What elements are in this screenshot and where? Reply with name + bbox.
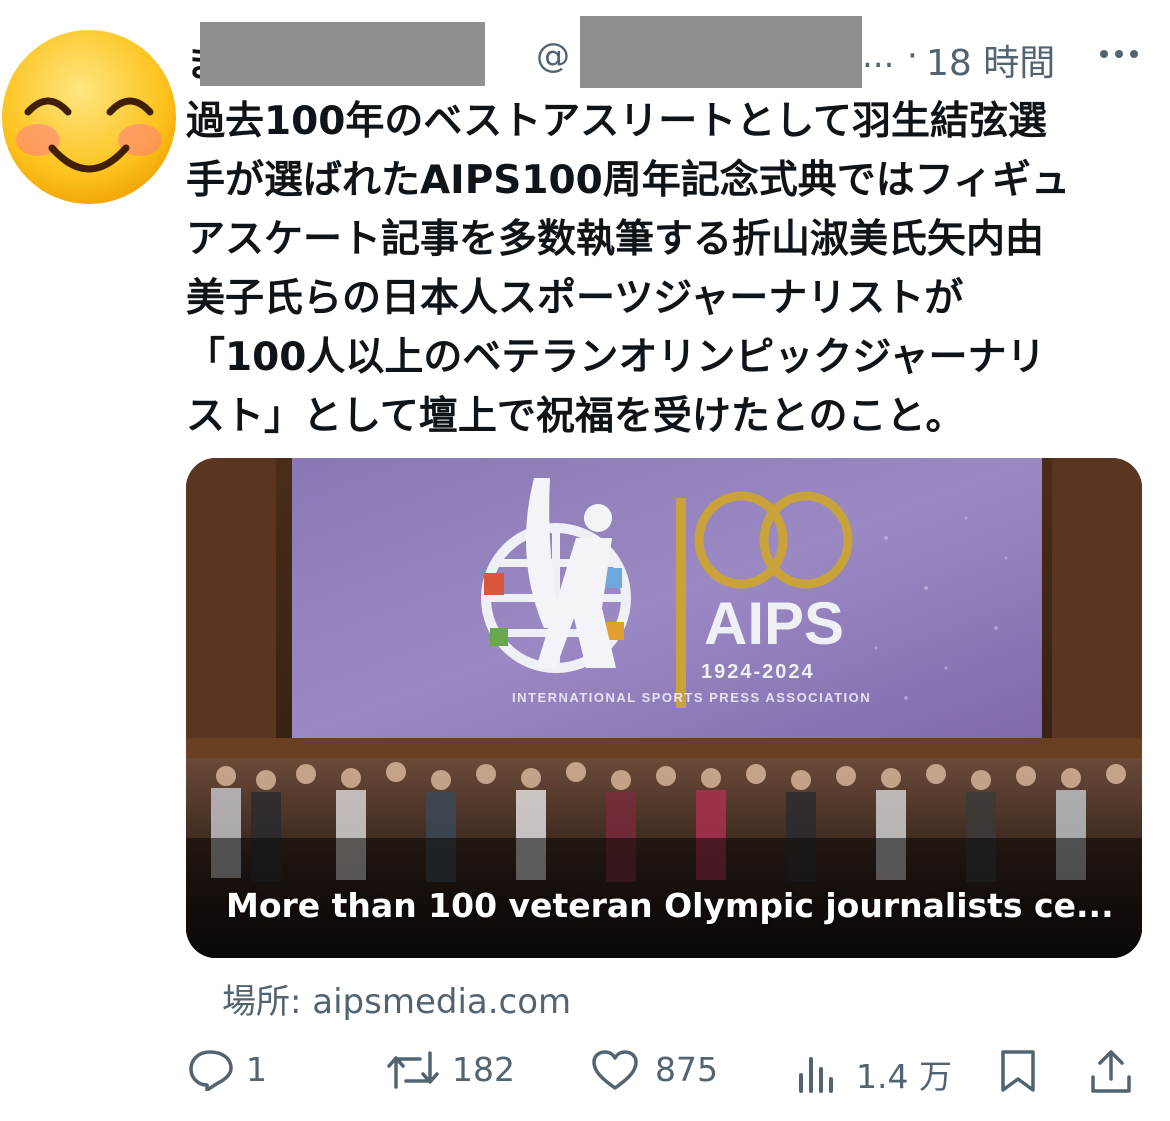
handle-truncation: ...	[862, 36, 895, 76]
reply-count: 1	[246, 1050, 267, 1089]
bookmark-button[interactable]	[996, 1040, 1046, 1100]
share-button[interactable]	[1086, 1040, 1142, 1100]
share-icon	[1091, 1050, 1131, 1093]
redacted-handle	[580, 16, 862, 88]
timestamp[interactable]: 18 時間	[926, 34, 1055, 86]
card-photo: AIPS 1924-2024 INTERNATIONAL SPORTS PRES…	[186, 458, 1142, 958]
like-count: 875	[655, 1050, 718, 1089]
smiling-face-avatar-icon	[2, 30, 176, 204]
reply-button[interactable]: 1	[186, 1040, 296, 1100]
reply-icon	[189, 1050, 233, 1091]
retweet-icon	[387, 1051, 439, 1089]
like-icon	[592, 1050, 638, 1090]
tweet-text: 過去100年のベストアスリートとして羽生結弦選 手が選ばれたAIPS100周年記…	[186, 92, 1146, 446]
handle-at[interactable]: @	[536, 36, 570, 76]
link-card[interactable]: AIPS 1924-2024 INTERNATIONAL SPORTS PRES…	[186, 458, 1142, 958]
tweet-text-line: 「100人以上のベテランオリンピックジャーナリ	[186, 335, 1046, 380]
more-icon[interactable]	[1094, 40, 1144, 70]
views-count: 1.4 万	[856, 1057, 952, 1096]
aips-logo-years: 1924-2024	[701, 661, 815, 683]
views-button[interactable]: 1.4 万	[794, 1040, 964, 1100]
tweet-header: ま つ @ ... · 18 時間	[186, 16, 1146, 88]
tweet-text-line: 美子氏らの日本人スポーツジャーナリストが	[186, 276, 964, 321]
separator-dot: ·	[907, 36, 918, 76]
aips-logo-text: AIPS	[704, 590, 844, 657]
views-icon	[799, 1057, 833, 1093]
aips-logo-org: INTERNATIONAL SPORTS PRESS ASSOCIATION	[512, 690, 871, 705]
retweet-button[interactable]: 182	[386, 1040, 536, 1100]
action-bar: 1 182 875 1.4 万	[186, 1040, 1146, 1110]
redacted-display-name	[200, 22, 485, 86]
avatar[interactable]	[0, 28, 178, 206]
like-button[interactable]: 875	[591, 1040, 741, 1100]
tweet-text-line: 手が選ばれたAIPS100周年記念式典ではフィギュ	[186, 158, 1070, 203]
card-caption: More than 100 veteran Olympic journalist…	[226, 886, 1114, 925]
bookmark-icon	[1001, 1050, 1035, 1092]
tweet-text-line: スト」として壇上で祝福を受けたとのこと。	[186, 394, 965, 439]
retweet-count: 182	[452, 1050, 515, 1089]
card-source[interactable]: 場所: aipsmedia.com	[222, 974, 571, 1023]
tweet-text-line: 過去100年のベストアスリートとして羽生結弦選	[186, 99, 1048, 144]
tweet-text-line: アスケート記事を多数執筆する折山淑美氏矢内由	[186, 217, 1045, 262]
